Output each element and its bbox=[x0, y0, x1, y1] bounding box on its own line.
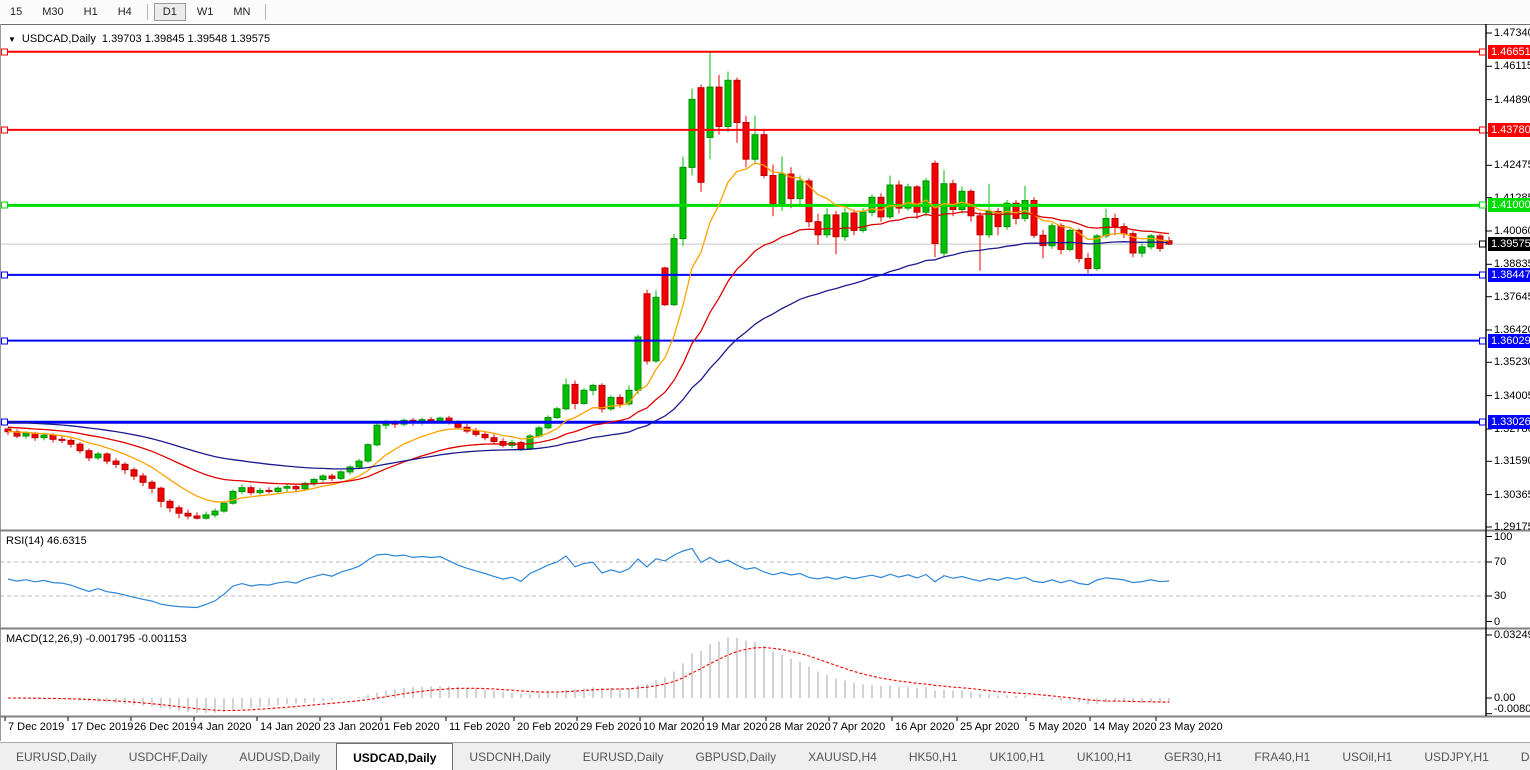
ohlc-values: 1.39703 1.39845 1.39548 1.39575 bbox=[102, 33, 270, 45]
price-tag-1.36029: 1.36029 bbox=[1488, 334, 1530, 348]
line-right-handle[interactable] bbox=[1479, 337, 1486, 344]
date-label: 5 May 2020 bbox=[1029, 721, 1086, 733]
chart-tab-dj30daily[interactable]: DJ30,Daily bbox=[1505, 743, 1530, 770]
rsi-scale-100: 100 bbox=[1494, 531, 1512, 543]
date-label: 20 Feb 2020 bbox=[517, 721, 579, 733]
chart-tab-hk50h1[interactable]: HK50,H1 bbox=[893, 743, 974, 770]
line-left-handle[interactable] bbox=[1, 126, 8, 133]
date-label: 16 Apr 2020 bbox=[895, 721, 954, 733]
date-label: 7 Dec 2019 bbox=[8, 721, 64, 733]
date-label: 19 Mar 2020 bbox=[706, 721, 768, 733]
chart-tab-usdchfdaily[interactable]: USDCHF,Daily bbox=[113, 743, 224, 770]
rsi-scale-70: 70 bbox=[1494, 556, 1506, 568]
chart-tab-usdjpyh1[interactable]: USDJPY,H1 bbox=[1408, 743, 1504, 770]
chart-tab-usdcnhdaily[interactable]: USDCNH,Daily bbox=[453, 743, 566, 770]
line-right-handle[interactable] bbox=[1479, 419, 1486, 426]
price-tag-1.39575: 1.39575 bbox=[1488, 237, 1530, 251]
line-right-handle[interactable] bbox=[1479, 271, 1486, 278]
line-left-handle[interactable] bbox=[1, 419, 8, 426]
line-left-handle[interactable] bbox=[1, 271, 8, 278]
chart-tab-gbpusddaily[interactable]: GBPUSD,Daily bbox=[679, 743, 792, 770]
price-tag-1.41000: 1.41000 bbox=[1488, 198, 1530, 212]
chart-tab-xauusdh4[interactable]: XAUUSD,H4 bbox=[792, 743, 893, 770]
price-tag-1.46651: 1.46651 bbox=[1488, 45, 1530, 59]
price-tick-label: 1.47340 bbox=[1494, 27, 1530, 39]
chart-tab-fra40h1[interactable]: FRA40,H1 bbox=[1238, 743, 1326, 770]
line-left-handle[interactable] bbox=[1, 202, 8, 209]
macd-indicator-label: MACD(12,26,9) -0.001795 -0.001153 bbox=[6, 633, 187, 645]
chart-tab-uk100h1[interactable]: UK100,H1 bbox=[974, 743, 1061, 770]
chart-tab-usoilh1[interactable]: USOil,H1 bbox=[1326, 743, 1408, 770]
symbol-label: USDCAD,Daily bbox=[22, 33, 96, 45]
rsi-scale-30: 30 bbox=[1494, 590, 1506, 602]
line-right-handle[interactable] bbox=[1479, 241, 1486, 248]
date-label: 28 Mar 2020 bbox=[769, 721, 831, 733]
price-tick-label: 1.30365 bbox=[1494, 489, 1530, 501]
line-right-handle[interactable] bbox=[1479, 202, 1486, 209]
chart-tab-audusddaily[interactable]: AUDUSD,Daily bbox=[223, 743, 336, 770]
rsi-indicator-label: RSI(14) 46.6315 bbox=[6, 535, 87, 547]
macd-scale-max: 0.032493 bbox=[1494, 629, 1530, 641]
date-label: 26 Dec 2019 bbox=[134, 721, 196, 733]
line-right-handle[interactable] bbox=[1479, 48, 1486, 55]
date-label: 23 Jan 2020 bbox=[323, 721, 384, 733]
chart-tab-uk100h1[interactable]: UK100,H1 bbox=[1061, 743, 1148, 770]
line-left-handle[interactable] bbox=[1, 48, 8, 55]
date-label: 10 Mar 2020 bbox=[643, 721, 705, 733]
line-right-handle[interactable] bbox=[1479, 126, 1486, 133]
price-tick-label: 1.31590 bbox=[1494, 455, 1530, 467]
price-tag-1.38447: 1.38447 bbox=[1488, 268, 1530, 282]
chart-tab-eurusddaily[interactable]: EURUSD,Daily bbox=[0, 743, 113, 770]
trading-app-window: 15M30H1H4D1W1MN ▼ USDCAD,Daily 1.39703 1… bbox=[0, 0, 1530, 770]
price-tick-label: 1.40060 bbox=[1494, 225, 1530, 237]
date-label: 25 Apr 2020 bbox=[960, 721, 1019, 733]
date-label: 11 Feb 2020 bbox=[449, 721, 510, 733]
price-tick-label: 1.46115 bbox=[1494, 60, 1530, 72]
chart-dropdown-icon[interactable]: ▼ bbox=[8, 35, 16, 44]
rsi-scale-0: 0 bbox=[1494, 616, 1500, 628]
price-tick-label: 1.37645 bbox=[1494, 291, 1530, 303]
date-label: 17 Dec 2019 bbox=[71, 721, 133, 733]
price-tick-label: 1.34005 bbox=[1494, 390, 1530, 402]
chart-tab-ger30h1[interactable]: GER30,H1 bbox=[1148, 743, 1238, 770]
line-left-handle[interactable] bbox=[1, 337, 8, 344]
price-tick-label: 1.42475 bbox=[1494, 159, 1530, 171]
macd-scale-min: -0.00808 bbox=[1494, 703, 1530, 715]
chart-tab-usdcaddaily[interactable]: USDCAD,Daily bbox=[336, 743, 453, 770]
price-tag-1.43780: 1.43780 bbox=[1488, 123, 1530, 137]
date-label: 14 May 2020 bbox=[1093, 721, 1157, 733]
chart-window[interactable]: ▼ USDCAD,Daily 1.39703 1.39845 1.39548 1… bbox=[0, 24, 1530, 742]
date-label: 4 Jan 2020 bbox=[197, 721, 251, 733]
date-label: 7 Apr 2020 bbox=[832, 721, 885, 733]
date-label: 23 May 2020 bbox=[1159, 721, 1223, 733]
price-tag-1.33026: 1.33026 bbox=[1488, 415, 1530, 429]
price-tick-label: 1.35230 bbox=[1494, 356, 1530, 368]
date-label: 29 Feb 2020 bbox=[580, 721, 642, 733]
date-label: 14 Jan 2020 bbox=[260, 721, 321, 733]
chart-title: ▼ USDCAD,Daily 1.39703 1.39845 1.39548 1… bbox=[8, 33, 270, 45]
date-label: 1 Feb 2020 bbox=[384, 721, 440, 733]
price-tick-label: 1.44890 bbox=[1494, 94, 1530, 106]
chart-tab-bar: EURUSD,DailyUSDCHF,DailyAUDUSD,DailyUSDC… bbox=[0, 742, 1530, 770]
chart-tab-eurusddaily[interactable]: EURUSD,Daily bbox=[567, 743, 680, 770]
